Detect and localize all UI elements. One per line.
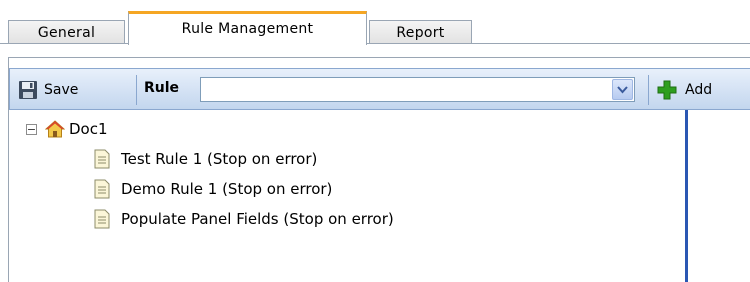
tab-general-label: General	[37, 24, 96, 41]
rule-select[interactable]	[200, 77, 635, 102]
tab-rule-management-label: Rule Management	[181, 21, 314, 37]
tree-node-doc1[interactable]: − Doc1	[26, 119, 108, 139]
tree-node-label: Populate Panel Fields (Stop on error)	[121, 210, 394, 228]
chevron-down-icon	[617, 85, 628, 93]
tab-report[interactable]: Report	[369, 20, 472, 44]
tree-node-label: Test Rule 1 (Stop on error)	[121, 150, 318, 168]
tab-general[interactable]: General	[8, 20, 125, 44]
rule-management-panel: Save Rule Add − Doc1 Test Rule 1 (Stop o…	[8, 57, 750, 282]
tab-strip: General Rule Management Report	[0, 0, 750, 45]
plus-icon	[657, 80, 677, 100]
toolbar-separator	[136, 75, 137, 105]
save-label: Save	[44, 82, 79, 98]
tab-report-label: Report	[396, 24, 445, 41]
floppy-disk-icon	[19, 81, 37, 99]
toolbar: Save Rule Add	[9, 68, 750, 110]
tree-node-label: Doc1	[69, 120, 108, 138]
document-icon	[94, 149, 110, 169]
tab-rule-management[interactable]: Rule Management	[128, 11, 367, 45]
save-button[interactable]: Save	[18, 78, 136, 102]
tree-node-rule[interactable]: Populate Panel Fields (Stop on error)	[93, 209, 394, 229]
tab-strip-divider	[0, 43, 750, 44]
document-icon	[94, 209, 110, 229]
collapse-toggle[interactable]: −	[26, 123, 37, 135]
add-button[interactable]: Add	[657, 78, 750, 102]
toolbar-separator	[648, 75, 649, 105]
home-icon	[45, 120, 65, 138]
add-label: Add	[685, 82, 713, 98]
pane-splitter[interactable]	[685, 110, 688, 282]
tree-node-rule[interactable]: Demo Rule 1 (Stop on error)	[93, 179, 332, 199]
rule-label: Rule	[144, 80, 180, 96]
rule-dropdown-button[interactable]	[612, 79, 633, 100]
rule-tree: − Doc1 Test Rule 1 (Stop on error) Demo …	[9, 110, 685, 282]
document-icon	[94, 179, 110, 199]
tree-node-label: Demo Rule 1 (Stop on error)	[121, 180, 333, 198]
tree-node-rule[interactable]: Test Rule 1 (Stop on error)	[93, 149, 317, 169]
